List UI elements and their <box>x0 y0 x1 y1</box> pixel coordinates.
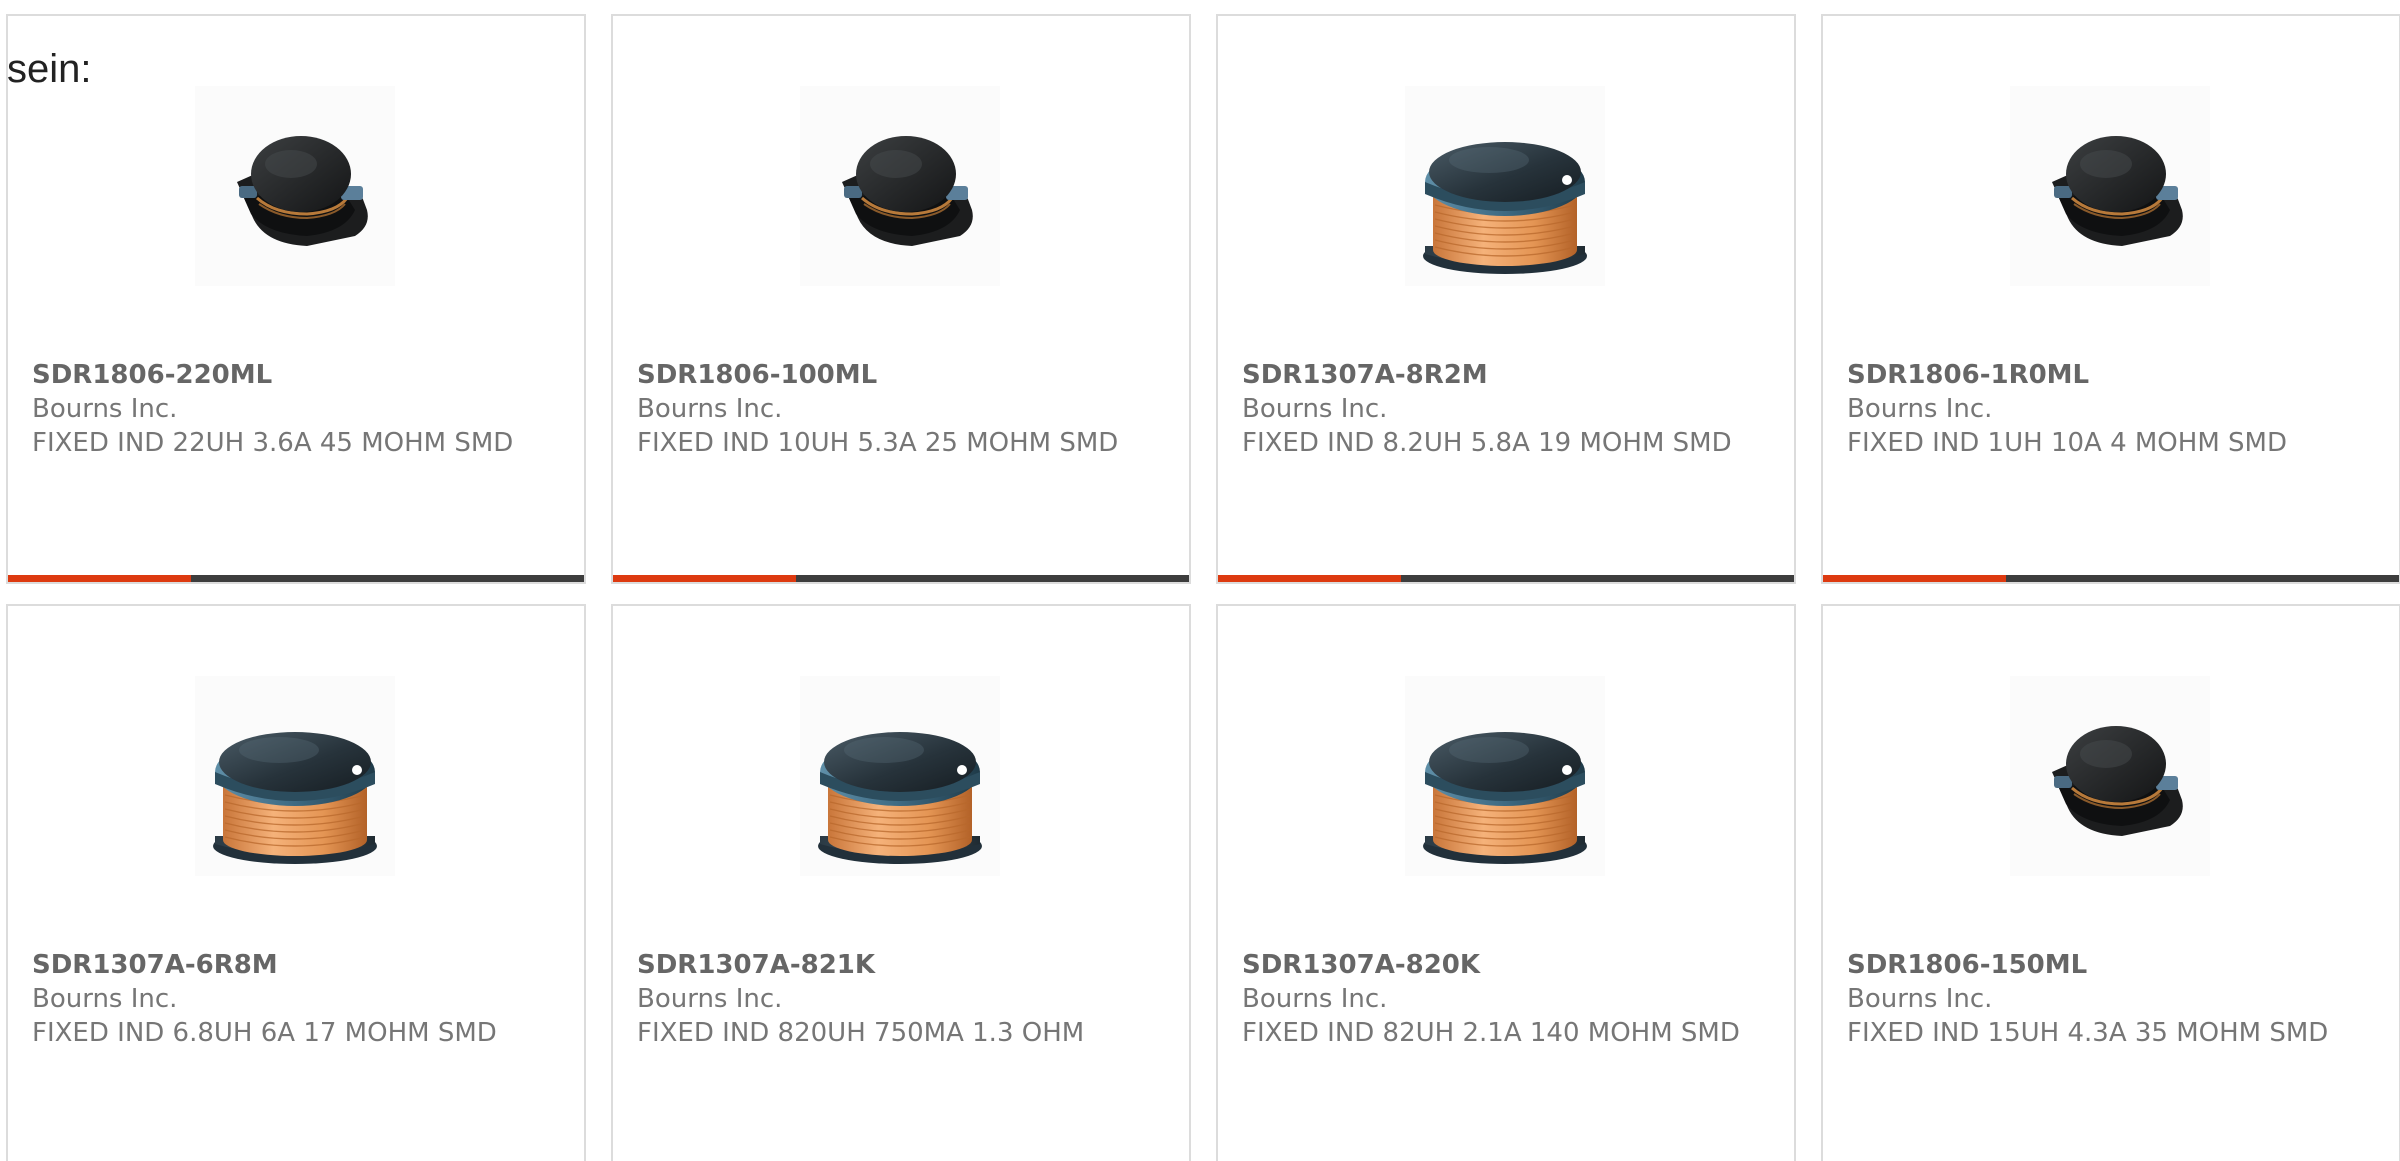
part-number-link[interactable]: SDR1806-220ML <box>32 358 532 392</box>
part-number-link[interactable]: SDR1307A-820K <box>1242 948 1742 982</box>
product-card[interactable]: SDR1307A-820K Bourns Inc. FIXED IND 82UH 2… <box>1216 604 1796 1161</box>
manufacturer-name: Bourns Inc. <box>637 984 783 1014</box>
product-image[interactable] <box>2010 676 2210 876</box>
product-card[interactable]: SDR1806-1R0ML Bourns Inc. FIXED IND 1UH 10… <box>1821 14 2400 584</box>
product-info: SDR1806-1R0ML Bourns Inc. FIXED IND 1UH 10… <box>1847 358 2347 460</box>
small-shielded-smd-inductor-icon <box>2052 726 2183 836</box>
small-shielded-smd-inductor-icon <box>237 136 368 246</box>
product-image[interactable] <box>800 86 1000 286</box>
product-description: FIXED IND 10UH 5.3A 25 MOHM SMD <box>637 428 1119 458</box>
product-info: SDR1806-150ML Bourns Inc. FIXED IND 15UH 4… <box>1847 948 2347 1050</box>
product-grid: SDR1806-220ML Bourns Inc. FIXED IND 22UH 3… <box>6 14 2400 1161</box>
product-card[interactable]: SDR1806-220ML Bourns Inc. FIXED IND 22UH 3… <box>6 14 586 584</box>
product-description: FIXED IND 22UH 3.6A 45 MOHM SMD <box>32 428 514 458</box>
card-bottom-bar-accent <box>8 575 191 582</box>
product-description: FIXED IND 8.2UH 5.8A 19 MOHM SMD <box>1242 428 1732 458</box>
product-description: FIXED IND 82UH 2.1A 140 MOHM SMD <box>1242 1018 1740 1048</box>
part-number-link[interactable]: SDR1806-100ML <box>637 358 1137 392</box>
product-image[interactable] <box>1405 86 1605 286</box>
product-image[interactable] <box>800 676 1000 876</box>
manufacturer-name: Bourns Inc. <box>32 394 178 424</box>
product-info: SDR1307A-820K Bourns Inc. FIXED IND 82UH 2… <box>1242 948 1742 1050</box>
card-bottom-bar-accent <box>1218 575 1401 582</box>
copper-wound-smd-inductor-icon <box>213 732 377 864</box>
product-description: FIXED IND 6.8UH 6A 17 MOHM SMD <box>32 1018 497 1048</box>
product-card[interactable]: SDR1806-100ML Bourns Inc. FIXED IND 10UH 5… <box>611 14 1191 584</box>
manufacturer-name: Bourns Inc. <box>32 984 178 1014</box>
copper-wound-smd-inductor-icon <box>818 732 982 864</box>
manufacturer-name: Bourns Inc. <box>1242 984 1388 1014</box>
part-number-link[interactable]: SDR1307A-8R2M <box>1242 358 1742 392</box>
part-number-link[interactable]: SDR1806-150ML <box>1847 948 2347 982</box>
product-description: FIXED IND 15UH 4.3A 35 MOHM SMD <box>1847 1018 2329 1048</box>
product-card[interactable]: SDR1307A-8R2M Bourns Inc. FIXED IND 8.2UH … <box>1216 14 1796 584</box>
manufacturer-name: Bourns Inc. <box>637 394 783 424</box>
product-description: FIXED IND 820UH 750MA 1.3 OHM <box>637 1018 1085 1048</box>
card-bottom-bar <box>613 575 1189 582</box>
card-bottom-bar <box>1823 575 2399 582</box>
product-info: SDR1307A-821K Bourns Inc. FIXED IND 820UH … <box>637 948 1137 1050</box>
part-number-link[interactable]: SDR1307A-821K <box>637 948 1137 982</box>
manufacturer-name: Bourns Inc. <box>1847 394 1993 424</box>
product-info: SDR1806-220ML Bourns Inc. FIXED IND 22UH 3… <box>32 358 532 460</box>
product-info: SDR1307A-6R8M Bourns Inc. FIXED IND 6.8UH … <box>32 948 532 1050</box>
part-number-link[interactable]: SDR1806-1R0ML <box>1847 358 2347 392</box>
small-shielded-smd-inductor-icon <box>842 136 973 246</box>
product-card[interactable]: SDR1307A-821K Bourns Inc. FIXED IND 820UH … <box>611 604 1191 1161</box>
manufacturer-name: Bourns Inc. <box>1847 984 1993 1014</box>
product-description: FIXED IND 1UH 10A 4 MOHM SMD <box>1847 428 2287 458</box>
manufacturer-name: Bourns Inc. <box>1242 394 1388 424</box>
product-image[interactable] <box>195 676 395 876</box>
product-card[interactable]: SDR1806-150ML Bourns Inc. FIXED IND 15UH 4… <box>1821 604 2400 1161</box>
product-info: SDR1307A-8R2M Bourns Inc. FIXED IND 8.2UH … <box>1242 358 1742 460</box>
intro-text: sein: <box>7 47 92 91</box>
product-image[interactable] <box>2010 86 2210 286</box>
small-shielded-smd-inductor-icon <box>2052 136 2183 246</box>
part-number-link[interactable]: SDR1307A-6R8M <box>32 948 532 982</box>
product-info: SDR1806-100ML Bourns Inc. FIXED IND 10UH 5… <box>637 358 1137 460</box>
product-image[interactable] <box>195 86 395 286</box>
card-bottom-bar-accent <box>613 575 796 582</box>
copper-wound-smd-inductor-icon <box>1423 732 1587 864</box>
page: sein: SDR1806-220ML Bourns Inc. FIXED IND … <box>0 0 2400 1161</box>
card-bottom-bar <box>1218 575 1794 582</box>
product-image[interactable] <box>1405 676 1605 876</box>
product-card[interactable]: SDR1307A-6R8M Bourns Inc. FIXED IND 6.8UH … <box>6 604 586 1161</box>
copper-wound-smd-inductor-icon <box>1423 142 1587 274</box>
card-bottom-bar-accent <box>1823 575 2006 582</box>
card-bottom-bar <box>8 575 584 582</box>
